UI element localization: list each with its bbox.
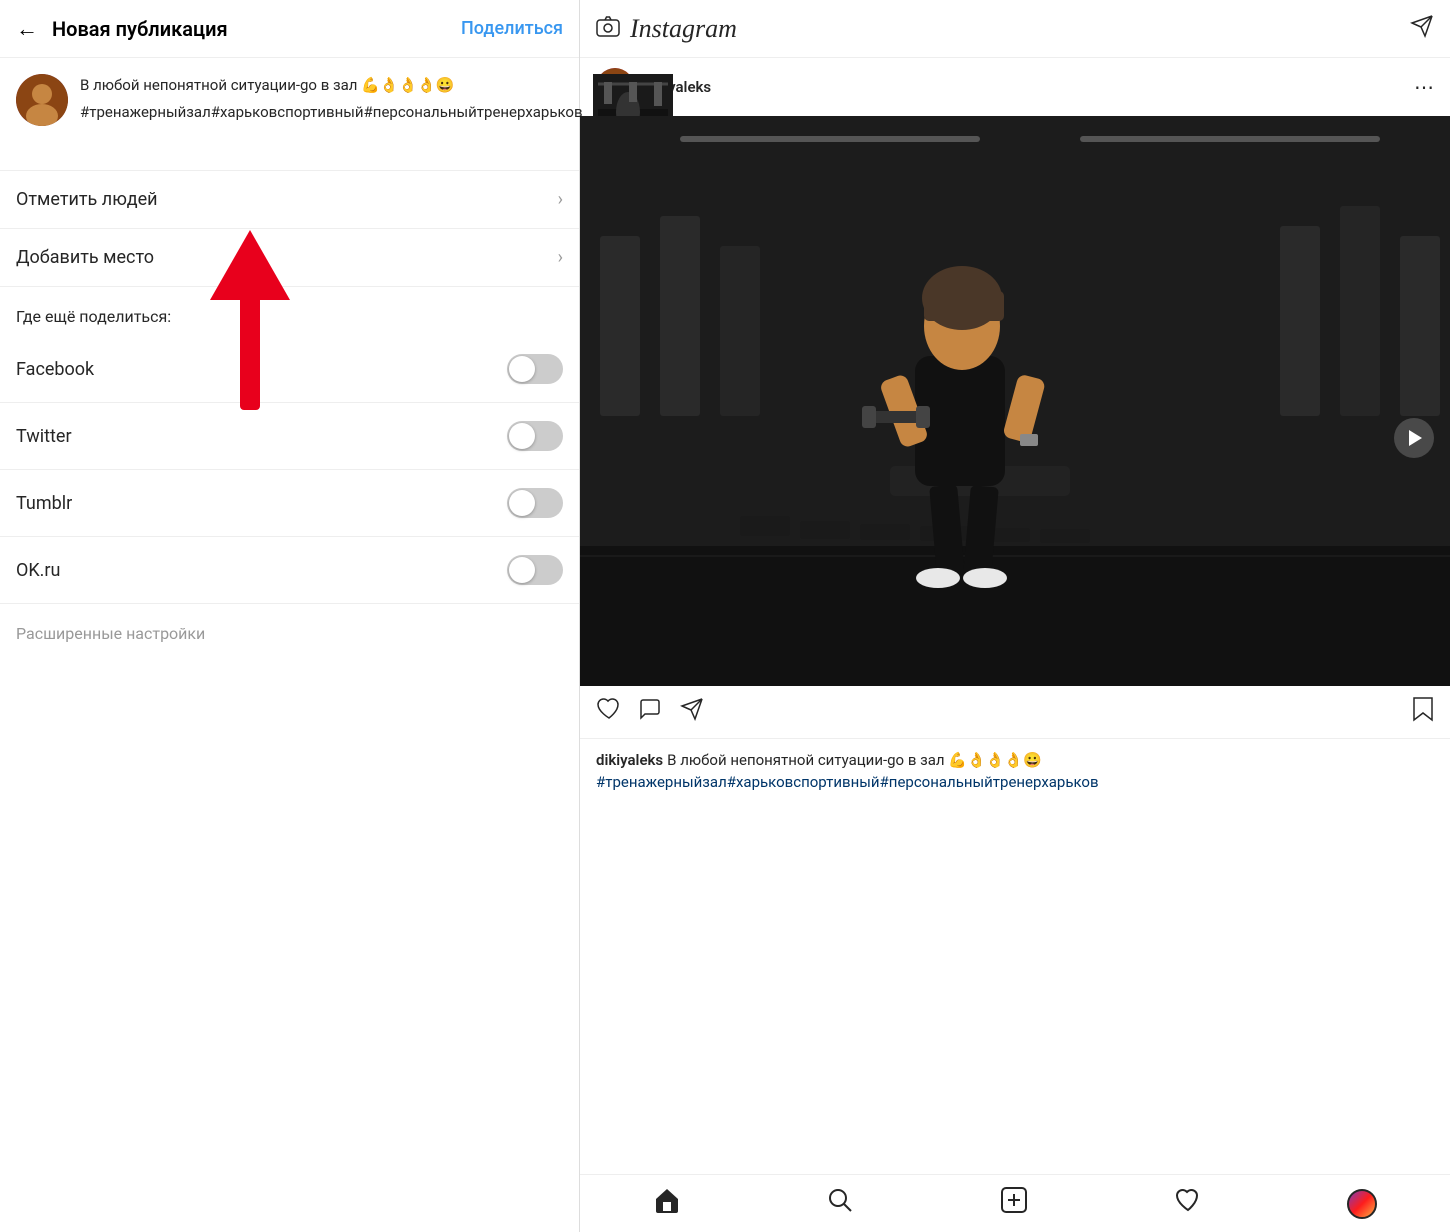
more-options-icon[interactable]: ⋯ (1414, 75, 1434, 99)
tumblr-toggle[interactable] (507, 488, 563, 518)
search-nav-icon[interactable] (826, 1186, 854, 1221)
share-icon[interactable] (680, 697, 706, 727)
ig-header: Instagram (580, 0, 1450, 58)
twitter-label: Twitter (16, 426, 72, 447)
hashtag-text: #тренажерныйзал#харьковспортивный#персон… (80, 101, 583, 124)
facebook-label: Facebook (16, 359, 94, 380)
toggle-knob-okru (509, 557, 535, 583)
bottom-nav (580, 1174, 1450, 1232)
right-panel: Instagram dikiyaleks ⋯ (580, 0, 1450, 1232)
left-panel: ← Новая публикация Поделиться В любой не… (0, 0, 580, 1232)
post-preview: В любой непонятной ситуации-go в зал 💪👌👌… (0, 58, 579, 171)
add-location-label: Добавить место (16, 247, 154, 268)
post-username: dikiyaleks (644, 78, 1414, 96)
caption-main: В любой непонятной ситуации-go в зал 💪👌👌… (667, 751, 1042, 769)
video-play-button[interactable] (1394, 418, 1434, 458)
facebook-toggle-row: Facebook (0, 336, 579, 403)
comment-icon[interactable] (638, 697, 664, 727)
facebook-toggle[interactable] (507, 354, 563, 384)
post-image (580, 116, 1450, 686)
camera-icon[interactable] (596, 14, 620, 44)
okru-toggle[interactable] (507, 555, 563, 585)
caption-text: В любой непонятной ситуации-go в зал 💪👌👌… (80, 74, 583, 97)
direct-message-icon[interactable] (1410, 14, 1434, 44)
okru-toggle-row: OK.ru (0, 537, 579, 604)
twitter-toggle-row: Twitter (0, 403, 579, 470)
okru-label: OK.ru (16, 560, 60, 581)
instagram-logo: Instagram (630, 14, 1410, 44)
left-panel-wrapper: ← Новая публикация Поделиться В любой не… (0, 0, 580, 1232)
caption-username: dikiyaleks (596, 751, 663, 769)
twitter-toggle[interactable] (507, 421, 563, 451)
bookmark-icon[interactable] (1412, 696, 1434, 728)
avatar (16, 74, 68, 126)
toggle-knob (509, 356, 535, 382)
home-nav-icon[interactable] (653, 1186, 681, 1221)
post-header: dikiyaleks ⋯ (580, 58, 1450, 116)
profile-nav-avatar[interactable] (1347, 1189, 1377, 1219)
share-button[interactable]: Поделиться (461, 18, 563, 39)
share-section-title: Где ещё поделиться: (0, 287, 579, 336)
add-post-nav-icon[interactable] (1000, 1186, 1028, 1221)
actions-row (580, 686, 1450, 739)
chevron-right-icon-2: › (558, 247, 563, 268)
add-location-row[interactable]: Добавить место › (0, 229, 579, 287)
back-arrow-icon[interactable]: ← (16, 16, 38, 42)
like-icon[interactable] (596, 697, 622, 727)
toggle-knob-twitter (509, 423, 535, 449)
advanced-settings-link[interactable]: Расширенные настройки (0, 604, 579, 663)
tumblr-toggle-row: Tumblr (0, 470, 579, 537)
post-caption: dikiyaleks В любой непонятной ситуации-g… (596, 749, 1434, 772)
caption-hashtags: #тренажерныйзал#харьковспортивный#персон… (596, 773, 1099, 791)
chevron-right-icon: › (558, 189, 563, 210)
page-title: Новая публикация (52, 17, 461, 41)
caption-area: dikiyaleks В любой непонятной ситуации-g… (580, 739, 1450, 1174)
tag-people-label: Отметить людей (16, 189, 158, 210)
tumblr-label: Tumblr (16, 493, 72, 514)
post-text-area: В любой непонятной ситуации-go в зал 💪👌👌… (80, 74, 583, 123)
tag-people-row[interactable]: Отметить людей › (0, 171, 579, 229)
activity-nav-icon[interactable] (1174, 1186, 1202, 1221)
left-header: ← Новая публикация Поделиться (0, 0, 579, 58)
toggle-knob-tumblr (509, 490, 535, 516)
